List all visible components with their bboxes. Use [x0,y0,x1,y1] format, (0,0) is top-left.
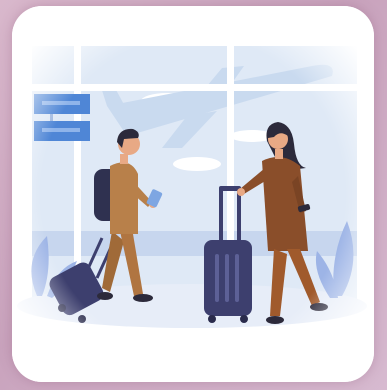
airport-scene [12,6,374,382]
illustration-card [12,6,374,382]
